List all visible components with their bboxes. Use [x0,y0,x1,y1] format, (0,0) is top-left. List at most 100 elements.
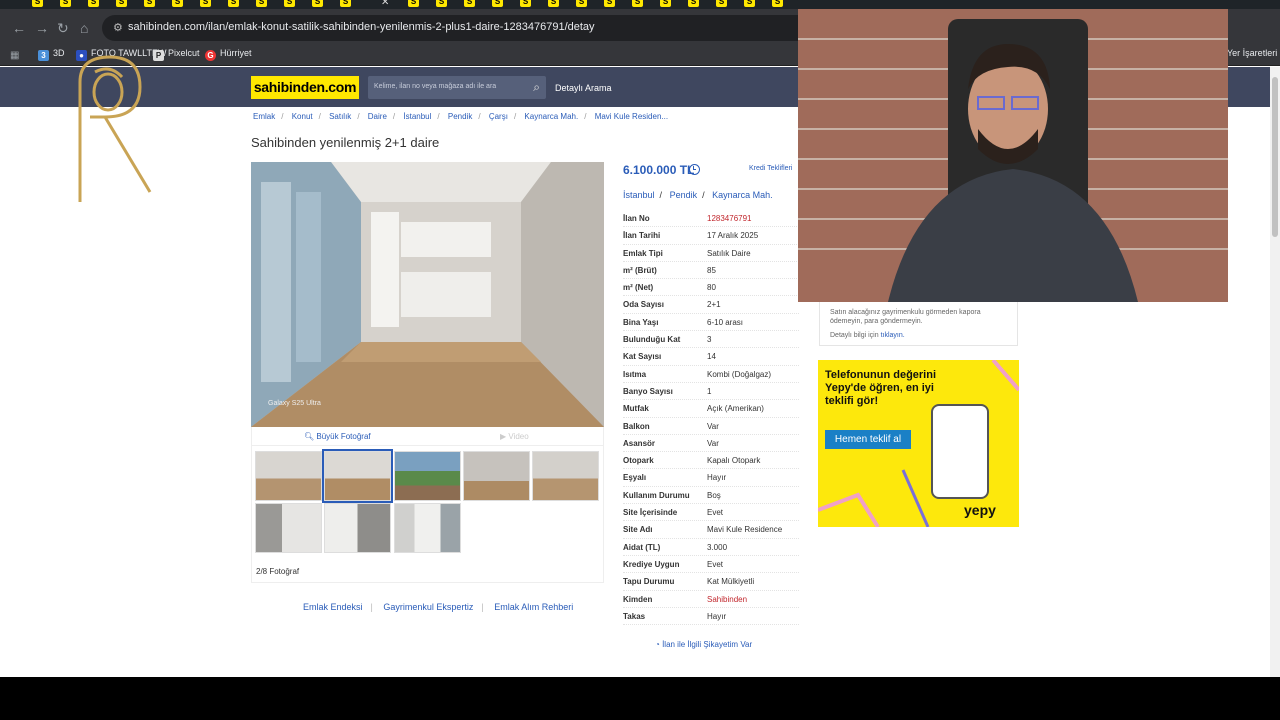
detail-label: İlan No [623,214,650,223]
detail-value[interactable]: Sahibinden [707,595,747,604]
breadcrumb-item[interactable]: Çarşı [489,112,508,121]
detail-row: Otopark Kapalı Otopark [623,452,799,470]
yepy-advertisement[interactable]: Telefonunun değerini Yepy'de öğren, en i… [818,360,1019,527]
tab-favicon[interactable]: S [548,0,559,7]
detail-value: Evet [707,508,724,518]
photo-thumbnail[interactable] [255,503,322,553]
tab-favicon[interactable]: S [744,0,755,7]
breadcrumb-item[interactable]: Daire [368,112,387,121]
breadcrumb-item[interactable]: Satılık [329,112,351,121]
apps-grid-icon[interactable]: ▦ [10,49,19,63]
detail-value: Kapalı Otopark [707,456,761,466]
detail-value: Kat Mülkiyetli [707,577,755,587]
tab-favicon[interactable]: S [660,0,671,7]
complaint-label: İlan ile İlgili Şikayetim Var [662,640,753,649]
tab-favicon[interactable]: S [256,0,267,7]
main-photo[interactable]: Galaxy S25 Ultra [251,162,604,427]
tab-favicon[interactable]: S [172,0,183,7]
tab-favicon[interactable]: S [576,0,587,7]
tab-favicon[interactable]: S [340,0,351,7]
reload-icon[interactable]: ↻ [57,21,69,35]
tab-favicon[interactable]: S [116,0,127,7]
tab-favicon[interactable]: S [772,0,783,7]
breadcrumb-item[interactable]: Pendik [448,112,472,121]
bookmark-hurriyet[interactable]: G Hürriyet [205,48,252,61]
location-neighborhood[interactable]: Kaynarca Mah. [712,190,773,200]
tab-favicon[interactable]: S [688,0,699,7]
link-emlak-endeksi[interactable]: Emlak Endeksi [303,602,363,612]
safety-more-link[interactable]: tıklayın. [881,332,905,339]
tab-favicon[interactable]: S [716,0,727,7]
tab-favicon[interactable]: S [284,0,295,7]
breadcrumb-item[interactable]: İstanbul [403,112,431,121]
listing-price: 6.100.000 TL [623,163,695,177]
detail-value: 2+1 [707,300,721,310]
room-photo-illustration [251,162,604,427]
breadcrumb-item[interactable]: Kaynarca Mah. [524,112,578,121]
detail-row: m² (Net) 80 [623,279,799,297]
detail-label: Banyo Sayısı [623,386,673,396]
detail-label: İlan Tarihi [623,231,661,241]
price-history-icon[interactable] [689,164,700,175]
scrollbar-thumb[interactable] [1272,77,1278,237]
bookmark-label: Pixelcut [168,48,200,58]
page-scrollbar[interactable] [1270,67,1280,677]
ad-cta-button[interactable]: Hemen teklif al [825,430,911,449]
photo-thumbnail[interactable] [255,451,322,501]
tab-favicon[interactable]: S [492,0,503,7]
tab-favicon[interactable]: S [60,0,71,7]
ad-headline: Telefonunun değerini Yepy'de öğren, en i… [825,369,937,407]
photo-thumbnail[interactable] [324,503,391,553]
link-gayrimenkul-ekspertiz[interactable]: Gayrimenkul Ekspertiz [383,602,473,612]
detail-row: İlan No 1283476791 [623,210,799,228]
search-input[interactable]: Kelime, ilan no veya mağaza adı ile ara … [368,76,546,99]
tab-favicon[interactable]: S [408,0,419,7]
tab-favicon[interactable]: S [464,0,475,7]
breadcrumb-item[interactable]: Konut [292,112,313,121]
search-icon[interactable]: ⌕ [533,80,540,95]
photo-thumbnail[interactable] [532,451,599,501]
detailed-search-link[interactable]: Detaylı Arama [555,83,612,93]
detail-row: m² (Brüt) 85 [623,262,799,280]
photo-thumbnail[interactable] [322,449,393,503]
site-info-icon[interactable]: ⚙ [113,21,123,34]
detail-label: Krediye Uygun [623,559,680,569]
megaphone-icon: ◔ [655,640,663,649]
detail-row: Kimden Sahibinden [623,591,799,608]
location-district[interactable]: Pendik [670,190,698,200]
search-placeholder: Kelime, ilan no veya mağaza adı ile ara [374,83,497,90]
detail-label: Otopark [623,456,654,466]
credit-offers-link[interactable]: Kredi Teklifleri [749,165,792,172]
site-logo[interactable]: sahibinden.com [251,76,359,99]
tab-favicon[interactable]: S [520,0,531,7]
tab-favicon[interactable]: S [436,0,447,7]
all-bookmarks[interactable]: Yer İşaretleri [1227,48,1277,58]
tab-favicon[interactable]: S [200,0,211,7]
breadcrumb-item[interactable]: Emlak [253,112,275,121]
detail-row: Banyo Sayısı 1 [623,383,799,401]
complaint-link[interactable]: ◔ İlan ile İlgili Şikayetim Var [655,640,752,649]
bookmark-label: Hürriyet [220,48,252,58]
detail-value: Var [707,421,719,431]
detail-row: Tapu Durumu Kat Mülkiyetli [623,573,799,591]
webcam-feed [798,9,1228,302]
detail-label: Mutfak [623,404,649,414]
url-text[interactable]: sahibinden.com/ilan/emlak-konut-satilik-… [128,21,595,33]
tab-favicon[interactable]: S [144,0,155,7]
photo-thumbnail[interactable] [394,503,461,553]
back-arrow-icon[interactable]: ← [12,21,26,35]
tab-close-icon[interactable]: ✕ [381,0,389,8]
location-city[interactable]: İstanbul [623,190,655,200]
photo-thumbnail[interactable] [394,451,461,501]
tab-favicon[interactable]: S [88,0,99,7]
forward-arrow-icon[interactable]: → [35,21,49,35]
breadcrumb-item[interactable]: Mavi Kule Residen... [595,112,668,121]
link-emlak-alim-rehberi[interactable]: Emlak Alım Rehberi [494,602,573,612]
tab-favicon[interactable]: S [604,0,615,7]
tab-favicon[interactable]: S [312,0,323,7]
home-icon[interactable]: ⌂ [80,21,88,35]
tab-favicon[interactable]: S [632,0,643,7]
tab-favicon[interactable]: S [32,0,43,7]
photo-thumbnail[interactable] [463,451,530,501]
tab-favicon[interactable]: S [228,0,239,7]
